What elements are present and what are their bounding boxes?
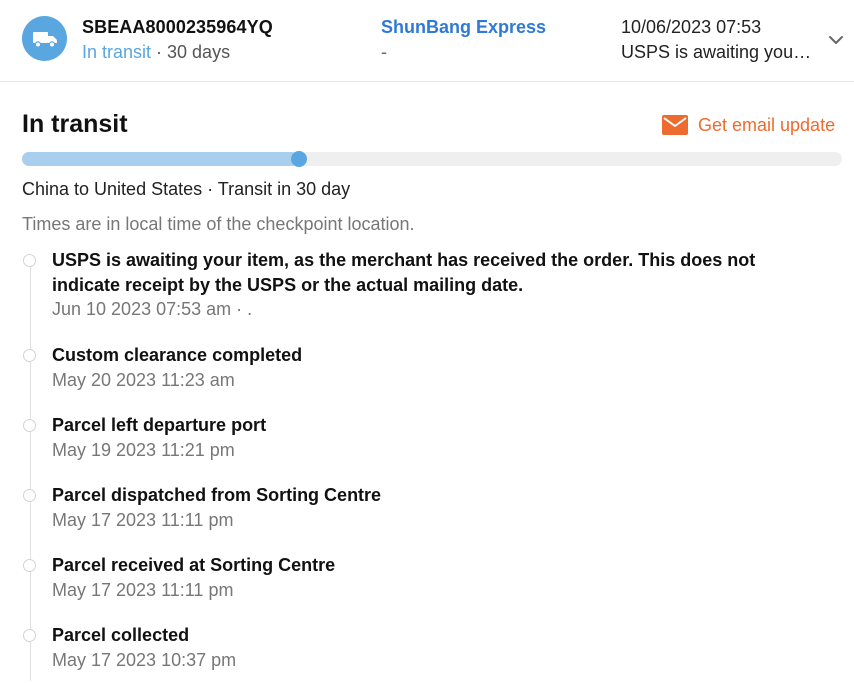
envelope-icon xyxy=(662,115,688,135)
chevron-down-icon xyxy=(829,36,843,44)
timeline-dot xyxy=(23,349,36,362)
shipment-header[interactable]: SBEAA8000235964YQ In transit · 30 days S… xyxy=(0,0,854,82)
event-title: Custom clearance completed xyxy=(52,345,303,365)
timeline-dot xyxy=(23,629,36,642)
shipment-duration: · 30 days xyxy=(151,42,231,62)
carrier-name[interactable]: ShunBang Express xyxy=(381,17,546,38)
timezone-note: Times are in local time of the checkpoin… xyxy=(22,214,415,234)
event-time: May 17 2023 11:11 pm xyxy=(52,580,234,600)
email-update-label: Get email update xyxy=(698,114,836,135)
timeline-dot xyxy=(23,254,36,267)
event-time: May 17 2023 10:37 pm xyxy=(52,650,237,670)
event-title: Parcel received at Sorting Centre xyxy=(52,555,336,575)
section-title: In transit xyxy=(22,110,128,138)
shipment-status: In transit xyxy=(82,42,152,62)
carrier-subtext: - xyxy=(381,42,387,62)
tracking-number: SBEAA8000235964YQ xyxy=(82,17,273,37)
shipment-status-line: In transit · 30 days xyxy=(82,42,230,63)
event-time: May 20 2023 11:23 am xyxy=(52,370,235,390)
truck-avatar xyxy=(22,16,67,61)
event-time: Jun 10 2023 07:53 am · . xyxy=(52,299,253,319)
truck-icon xyxy=(32,31,57,48)
latest-event-time: 10/06/2023 07:53 xyxy=(621,17,762,37)
event-title: Parcel dispatched from Sorting Centre xyxy=(52,485,382,505)
route-summary: China to United States · Transit in 30 d… xyxy=(22,179,351,199)
event-time: May 17 2023 11:11 pm xyxy=(52,510,234,530)
event-title: USPS is awaiting your item, as the merch… xyxy=(52,250,756,295)
timeline-dot xyxy=(23,419,36,432)
timeline-dot xyxy=(23,559,36,572)
timeline-dot xyxy=(23,489,36,502)
timeline-rail xyxy=(30,261,31,681)
event-title: Parcel collected xyxy=(52,625,190,645)
event-title: Parcel left departure port xyxy=(52,415,267,435)
progress-fill xyxy=(22,152,300,166)
get-email-update-button[interactable]: Get email update xyxy=(662,112,835,138)
event-time: May 19 2023 11:21 pm xyxy=(52,440,235,460)
progress-bar xyxy=(22,151,842,167)
latest-event-text: USPS is awaiting your item, as the merch… xyxy=(621,42,816,62)
progress-knob xyxy=(291,151,308,167)
expand-button[interactable] xyxy=(826,30,846,50)
